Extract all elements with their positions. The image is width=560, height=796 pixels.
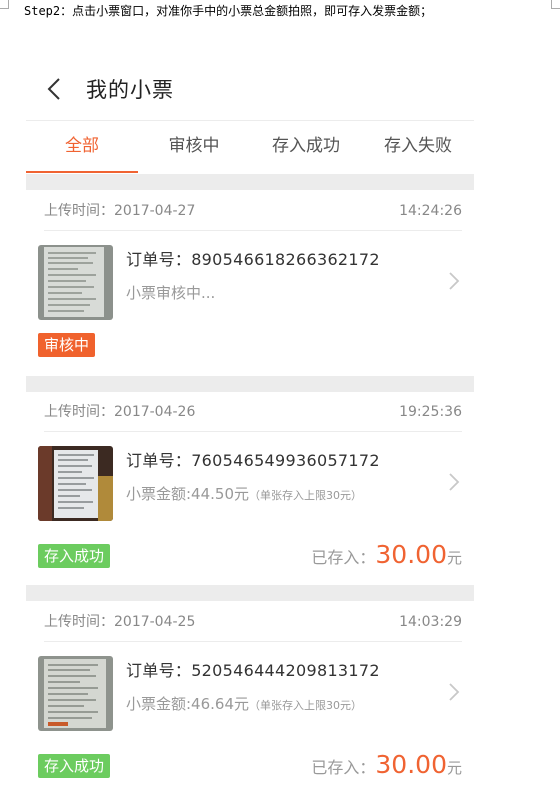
upload-time: 14:03:29 [399,614,462,630]
section-divider [26,174,474,190]
receipt-photo [38,245,113,320]
order-number: 订单号：760546549936057172 [126,451,380,470]
step-caption: Step2：点击小票窗口，对准你手中的小票总金额拍照，即可存入发票金额； [24,4,433,18]
tab-label: 审核中 [168,136,220,156]
upload-time-row: 上传时间：2017-04-25 14:03:29 [44,603,462,642]
upload-date: 上传时间：2017-04-26 [44,404,196,420]
tab-saved-failed[interactable]: 存入失败 [362,121,474,173]
status-badge: 存入成功 [38,754,111,778]
receipt-card[interactable]: 上传时间：2017-04-25 14:03:29 订单号：52054644420… [26,603,474,796]
upload-time: 14:24:26 [399,203,462,219]
chevron-right-icon [449,473,460,491]
review-status-text: 小票审核中... [126,284,216,302]
tab-bar: 全部 审核中 存入成功 存入失败 [26,121,474,173]
saved-amount: 已存入：30.00元 [311,750,462,779]
page-title: 我的小票 [86,78,174,102]
receipt-card[interactable]: 上传时间：2017-04-26 19:25:36 订单号：76054654993… [26,393,474,585]
upload-time: 19:25:36 [399,404,462,420]
tab-label: 存入失败 [384,136,452,156]
receipt-photo [38,446,113,521]
order-number: 订单号：890546618266362172 [126,250,380,269]
section-divider [26,376,474,392]
receipt-photo [38,656,113,731]
active-tab-indicator [26,171,138,173]
back-chevron-icon[interactable] [44,78,66,100]
tab-label: 存入成功 [272,136,340,156]
order-number: 订单号：520546444209813172 [126,661,380,680]
saved-amount: 已存入：30.00元 [311,540,462,569]
section-divider [26,585,474,601]
upload-time-row: 上传时间：2017-04-27 14:24:26 [44,192,462,231]
app-header: 我的小票 [26,58,474,121]
upload-time-row: 上传时间：2017-04-26 19:25:36 [44,393,462,432]
upload-date: 上传时间：2017-04-27 [44,203,196,219]
tab-label: 全部 [65,136,99,156]
receipt-amount: 小票金额:44.50元（单张存入上限30元） [126,485,362,503]
status-badge: 审核中 [38,333,96,357]
tab-all[interactable]: 全部 [26,121,138,173]
receipt-card[interactable]: 上传时间：2017-04-27 14:24:26 订单号：89054661826… [26,192,474,376]
tab-reviewing[interactable]: 审核中 [138,121,250,173]
chevron-right-icon [449,272,460,290]
upload-date: 上传时间：2017-04-25 [44,614,196,630]
status-badge: 存入成功 [38,544,111,568]
tab-saved-success[interactable]: 存入成功 [250,121,362,173]
chevron-right-icon [449,683,460,701]
receipt-amount: 小票金额:46.64元（单张存入上限30元） [126,695,362,713]
receipt-screen: 我的小票 全部 审核中 存入成功 存入失败 上传时间：2017-04-27 14… [26,58,474,796]
